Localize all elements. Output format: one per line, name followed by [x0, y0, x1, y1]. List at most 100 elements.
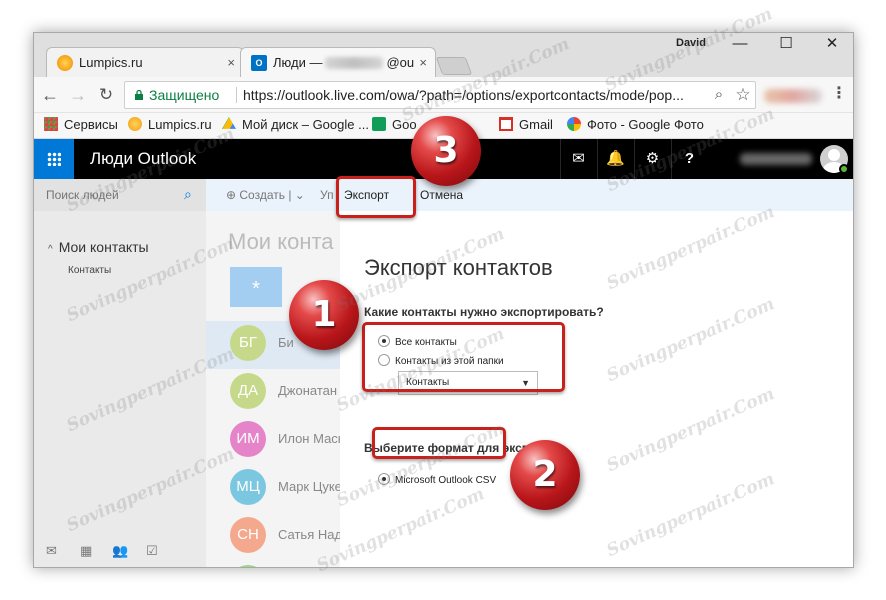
contact-list-title: Мои конта: [228, 229, 334, 254]
browser-toolbar: ← → ↻ Защищено https://outlook.live.com/…: [34, 77, 853, 113]
contact-avatar: МЦ: [230, 469, 266, 505]
bookmark-label: Сервисы: [64, 117, 118, 132]
module-switcher: ✉ ▦ 👥 ☑: [46, 543, 176, 559]
calendar-icon[interactable]: ▦: [80, 543, 92, 559]
minimize-button[interactable]: —: [717, 33, 763, 57]
url-text[interactable]: https://outlook.live.com/owa/?path=/opti…: [243, 82, 705, 108]
reload-button[interactable]: ↻: [94, 83, 118, 107]
contacts-folder-item[interactable]: Контакты: [68, 265, 111, 276]
presence-status-icon: [839, 164, 849, 174]
tab-title: Люди —: [273, 55, 323, 70]
manage-button[interactable]: Уп: [320, 179, 334, 211]
blurred-user-name[interactable]: [740, 153, 812, 165]
avatar-head: [828, 149, 840, 161]
contact-row[interactable]: ДА Джонатан: [206, 369, 340, 417]
google-photos-icon: [567, 117, 581, 131]
forward-button[interactable]: →: [66, 83, 90, 107]
back-button[interactable]: ←: [38, 83, 62, 107]
secure-label: Защищено: [149, 87, 220, 103]
tab-outlook-people[interactable]: O Люди — @ou ×: [240, 47, 436, 77]
google-sheets-icon: [372, 117, 386, 131]
contacts-question: Какие контакты нужно экспортировать?: [364, 305, 604, 319]
tab-strip: Lumpics.ru × O Люди — @ou × David — ☐ ✕: [34, 33, 853, 77]
lumpics-favicon-icon: [57, 55, 73, 71]
contact-row[interactable]: МЦ Марк Цукер: [206, 465, 340, 513]
bookmark-google-drive[interactable]: Мой диск – Google ...: [222, 113, 369, 139]
mail-icon[interactable]: ✉: [46, 543, 57, 559]
app-title[interactable]: Люди Outlook: [90, 139, 196, 179]
bookmark-label: Мой диск – Google ...: [242, 117, 369, 132]
contact-avatar: [230, 565, 266, 567]
tasks-icon[interactable]: ☑: [146, 543, 158, 559]
favorites-tile[interactable]: *: [230, 267, 282, 307]
collapse-arrow-icon[interactable]: ^: [48, 244, 53, 255]
google-drive-icon: [222, 117, 236, 129]
contact-avatar: ДА: [230, 373, 266, 409]
contact-row[interactable]: [206, 561, 340, 567]
bookmark-star-icon[interactable]: ☆: [733, 82, 753, 108]
left-navigation: ⌕ ^ Мои контакты Контакты ✉ ▦ 👥 ☑: [34, 179, 206, 567]
contact-name: Марк Цукер: [278, 479, 340, 494]
bookmark-apps[interactable]: Сервисы: [44, 113, 118, 139]
csv-format-highlight-box: [372, 427, 506, 459]
app-launcher-button[interactable]: [34, 139, 74, 179]
zoom-icon[interactable]: ⌕: [709, 82, 729, 108]
bookmark-google-photos[interactable]: Фото - Google Фото: [567, 113, 704, 139]
contact-list: Мои конта * БГ Би ДА Джонатан ИМ Илон Маск …: [206, 211, 340, 567]
people-icon[interactable]: 👥: [112, 543, 128, 559]
export-highlight-box: [336, 176, 416, 218]
outlook-csv-option[interactable]: Microsoft Outlook CSV: [378, 473, 496, 486]
maximize-button[interactable]: ☐: [763, 33, 809, 57]
bookmark-label: Фото - Google Фото: [587, 117, 704, 132]
contact-avatar: БГ: [230, 325, 266, 361]
bookmark-label: Gmail: [519, 117, 553, 132]
contact-row[interactable]: ИМ Илон Маск: [206, 417, 340, 465]
contact-avatar: СН: [230, 517, 266, 553]
address-bar[interactable]: Защищено https://outlook.live.com/owa/?p…: [124, 81, 756, 109]
bookmark-google-sheets[interactable]: Goo: [372, 113, 417, 139]
search-icon[interactable]: ⌕: [184, 186, 192, 203]
command-bar: ⊕ Создать | ⌄ Уп Экспорт Отмена: [206, 179, 853, 211]
option-label: Microsoft Outlook CSV: [395, 475, 497, 486]
tab-title: Lumpics.ru: [79, 55, 143, 70]
bookmark-gmail[interactable]: Gmail: [499, 113, 553, 139]
my-contacts-label: Мои контакты: [58, 239, 149, 255]
my-contacts-folder[interactable]: ^ Мои контакты: [48, 239, 149, 255]
tab-title-suffix: @ou: [386, 55, 415, 70]
step-3-badge: 3: [411, 116, 481, 186]
new-tab-button[interactable]: [435, 57, 473, 75]
address-separator: [236, 87, 237, 103]
step-2-badge: 2: [510, 440, 580, 510]
step-1-badge: 1: [289, 280, 359, 350]
bookmark-label: Lumpics.ru: [148, 117, 212, 132]
apps-grid-icon: [44, 117, 58, 131]
radio-selected-icon[interactable]: [378, 473, 390, 485]
profile-name[interactable]: David: [676, 37, 706, 49]
panel-title: Экспорт контактов: [364, 255, 553, 280]
gear-icon[interactable]: ⚙: [634, 139, 670, 179]
contact-name: Сатья Наде: [278, 527, 340, 542]
tab-close-icon[interactable]: ×: [227, 48, 235, 77]
bell-icon[interactable]: 🔔: [597, 139, 633, 179]
create-button[interactable]: ⊕ Создать | ⌄: [226, 179, 305, 211]
tab-close-icon[interactable]: ×: [419, 48, 427, 77]
search-input[interactable]: [46, 187, 176, 203]
extension-icons[interactable]: [764, 89, 822, 103]
bookmark-lumpics[interactable]: Lumpics.ru: [128, 113, 212, 139]
blurred-email: [325, 57, 384, 69]
contacts-options-highlight-box: [362, 322, 565, 392]
help-icon[interactable]: ?: [671, 139, 707, 179]
contact-avatar: ИМ: [230, 421, 266, 457]
chat-icon[interactable]: ✉: [560, 139, 596, 179]
tab-lumpics[interactable]: Lumpics.ru ×: [46, 47, 244, 77]
contact-row[interactable]: СН Сатья Наде: [206, 513, 340, 561]
gmail-icon: [499, 117, 513, 131]
waffle-icon: [47, 152, 61, 166]
lock-icon: [135, 90, 143, 100]
bookmark-label: Goo: [392, 117, 417, 132]
browser-menu-icon[interactable]: ⋮: [831, 83, 847, 107]
close-window-button[interactable]: ✕: [809, 33, 853, 57]
browser-window: Lumpics.ru × O Люди — @ou × David — ☐ ✕ ←…: [33, 32, 854, 568]
contact-name: Джонатан: [278, 383, 338, 398]
outlook-favicon-icon: O: [251, 55, 267, 71]
